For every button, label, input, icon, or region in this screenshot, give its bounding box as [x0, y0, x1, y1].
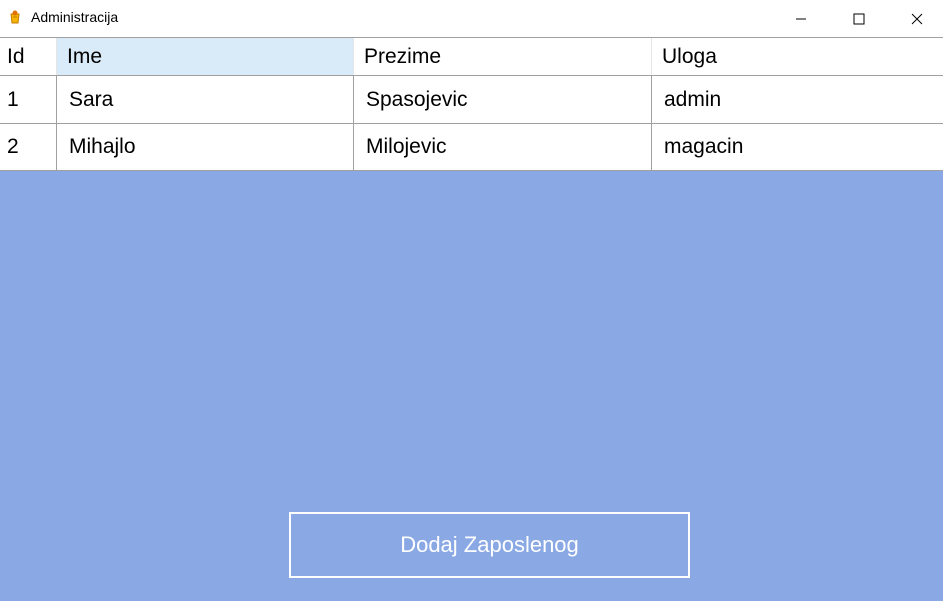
cell-id[interactable]: 1: [0, 76, 57, 123]
add-employee-button[interactable]: Dodaj Zaposlenog: [289, 512, 690, 578]
maximize-button[interactable]: [836, 0, 882, 37]
column-header-uloga[interactable]: Uloga: [652, 38, 943, 75]
table-row[interactable]: 2 Mihajlo Milojevic magacin: [0, 124, 943, 171]
column-header-prezime[interactable]: Prezime: [354, 38, 652, 75]
cell-uloga[interactable]: magacin: [652, 124, 943, 170]
close-button[interactable]: [894, 0, 940, 37]
close-icon: [911, 13, 923, 24]
minimize-icon: [796, 18, 806, 19]
column-header-id[interactable]: Id: [0, 38, 57, 75]
grid-header-row: Id Ime Prezime Uloga: [0, 38, 943, 76]
window-title: Administracija: [31, 9, 119, 25]
cell-ime[interactable]: Mihajlo: [57, 124, 354, 170]
cell-ime[interactable]: Sara: [57, 76, 354, 123]
app-icon: [8, 10, 22, 24]
main-panel: Dodaj Zaposlenog: [0, 171, 943, 601]
cell-id[interactable]: 2: [0, 124, 57, 170]
maximize-icon: [853, 13, 865, 24]
minimize-button[interactable]: [778, 0, 824, 37]
column-header-ime[interactable]: Ime: [57, 38, 354, 75]
cell-prezime[interactable]: Spasojevic: [354, 76, 652, 123]
title-bar: Administracija: [0, 0, 943, 37]
cell-uloga[interactable]: admin: [652, 76, 943, 123]
table-row[interactable]: 1 Sara Spasojevic admin: [0, 76, 943, 124]
cell-prezime[interactable]: Milojevic: [354, 124, 652, 170]
employees-grid[interactable]: Id Ime Prezime Uloga 1 Sara Spasojevic a…: [0, 37, 943, 171]
